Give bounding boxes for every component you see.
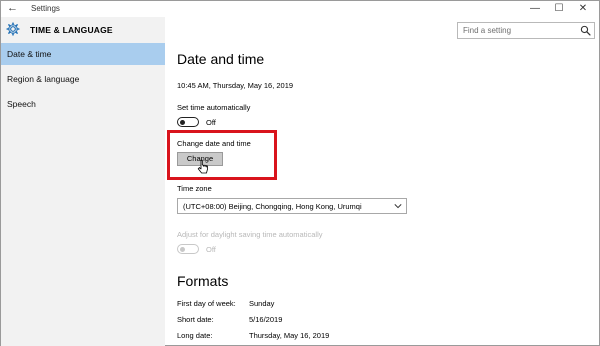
sidebar-item-speech[interactable]: Speech [1, 93, 165, 115]
page-title: Date and time [177, 51, 265, 67]
dst-state: Off [206, 245, 216, 254]
formats-short-date-value: 5/16/2019 [249, 315, 283, 324]
search-placeholder: Find a setting [463, 26, 512, 35]
formats-first-day-label: First day of week: [177, 299, 236, 308]
formats-heading: Formats [177, 273, 229, 289]
sidebar-item-region-language[interactable]: Region & language [1, 68, 165, 90]
time-zone-label: Time zone [177, 184, 212, 193]
title-bar: ← Settings — ☐ ✕ [1, 1, 599, 17]
window-controls: — ☐ ✕ [523, 1, 595, 17]
chevron-down-icon [394, 204, 402, 209]
time-zone-select[interactable]: (UTC+08:00) Beijing, Chongqing, Hong Kon… [177, 198, 407, 214]
search-icon[interactable] [580, 25, 591, 36]
close-button[interactable]: ✕ [571, 1, 595, 17]
sidebar-header: TIME & LANGUAGE [1, 21, 165, 41]
set-time-automatically-toggle[interactable] [177, 117, 199, 127]
formats-first-day-value: Sunday [249, 299, 275, 308]
formats-long-date-label: Long date: [177, 331, 213, 340]
back-arrow-icon[interactable]: ← [7, 2, 18, 14]
gear-icon [6, 22, 20, 36]
toggle-knob [180, 246, 185, 252]
dst-toggle[interactable] [177, 244, 199, 254]
sidebar: TIME & LANGUAGE Date & time Region & lan… [1, 17, 165, 346]
dst-label: Adjust for daylight saving time automati… [177, 230, 323, 239]
current-date-time: 10:45 AM, Thursday, May 16, 2019 [177, 81, 294, 90]
search-input[interactable]: Find a setting [457, 22, 595, 39]
window-title: Settings [31, 4, 60, 13]
minimize-button[interactable]: — [523, 1, 547, 17]
toggle-knob [180, 119, 185, 125]
mouse-pointer-icon [197, 159, 208, 174]
maximize-button[interactable]: ☐ [547, 1, 571, 17]
sidebar-section-title: TIME & LANGUAGE [30, 25, 113, 35]
sidebar-item-date-time[interactable]: Date & time [1, 43, 165, 65]
set-time-automatically-label: Set time automatically [177, 103, 251, 112]
highlight-box [167, 130, 277, 180]
settings-window: ← Settings — ☐ ✕ TIME & LANGUAGE Date & … [0, 0, 600, 346]
formats-short-date-label: Short date: [177, 315, 214, 324]
time-zone-value: (UTC+08:00) Beijing, Chongqing, Hong Kon… [183, 202, 362, 211]
formats-long-date-value: Thursday, May 16, 2019 [249, 331, 330, 340]
set-time-automatically-state: Off [206, 118, 216, 127]
